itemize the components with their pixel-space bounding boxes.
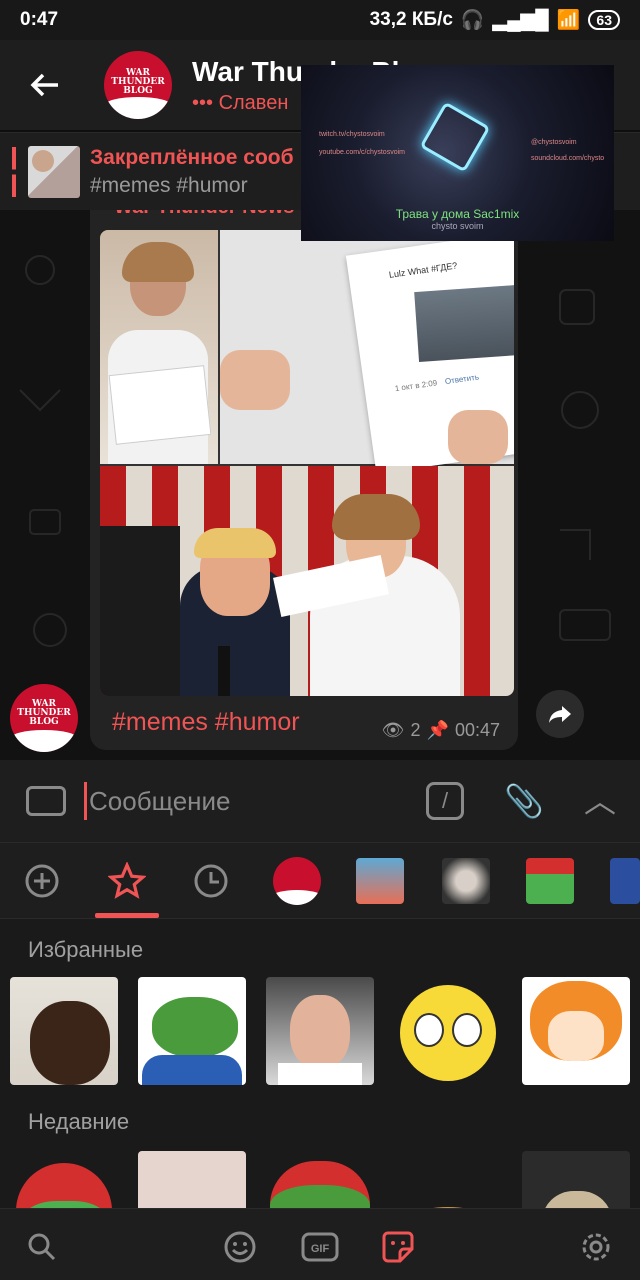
keyboard-icon[interactable] bbox=[26, 786, 66, 816]
chevron-up-icon[interactable]: ︿ bbox=[584, 776, 616, 822]
star-icon bbox=[108, 862, 146, 899]
signal-icon: ▂▄▆█ bbox=[492, 9, 549, 31]
meme-paper-title: Lulz What #ГДЕ? bbox=[388, 260, 458, 280]
pip-video-player[interactable]: twitch.tv/chystosvoim youtube.com/c/chys… bbox=[301, 65, 614, 241]
message-meta: 👁 2 📌 00:47 bbox=[382, 720, 500, 741]
pip-subcaption: chysto svoim bbox=[431, 221, 484, 231]
network-speed: 33,2 КБ/с bbox=[369, 9, 453, 30]
tab-sticker-pack-fish[interactable] bbox=[356, 857, 404, 905]
sticker-chef-face[interactable] bbox=[266, 977, 374, 1085]
pip-link-1: twitch.tv/chystosvoim bbox=[319, 131, 385, 138]
text-cursor bbox=[84, 782, 87, 820]
sticker-flushed-emoji[interactable] bbox=[394, 977, 502, 1085]
message-tags[interactable]: #memes #humor bbox=[112, 708, 300, 737]
avatar-logo-text: WAR THUNDER BLOG bbox=[111, 68, 165, 96]
paperclip-icon[interactable]: 📎 bbox=[504, 782, 544, 820]
sticker-recent-fish[interactable] bbox=[394, 1151, 502, 1208]
tab-recent[interactable] bbox=[187, 857, 235, 905]
bot-commands-button[interactable]: / bbox=[426, 782, 464, 820]
pinned-thumbnail bbox=[28, 145, 80, 198]
message-input-bar: / 📎 ︿ bbox=[0, 760, 640, 842]
pip-link-4: soundcloud.com/chysto bbox=[531, 155, 605, 162]
meme-paper-date: 1 окт в 2:09 bbox=[394, 378, 438, 394]
pin-icon: 📌 bbox=[426, 720, 449, 740]
gif-icon: GIF bbox=[301, 1232, 339, 1262]
sticker-wtf-face[interactable] bbox=[10, 977, 118, 1085]
back-button[interactable] bbox=[0, 40, 90, 130]
status-bar: 0:47 33,2 КБ/с 🎧 ▂▄▆█ 📶 63 bbox=[0, 0, 640, 40]
pinned-tags: #memes #humor bbox=[90, 173, 248, 197]
section-favorites: Избранные bbox=[28, 937, 144, 962]
pinned-title: Закреплённое сооб bbox=[90, 145, 294, 169]
sticker-icon bbox=[382, 1231, 414, 1263]
author-avatar[interactable]: WAR THUNDER BLOG bbox=[10, 684, 78, 752]
channel-avatar[interactable]: WAR THUNDER BLOG bbox=[104, 51, 172, 119]
message-time: 00:47 bbox=[454, 720, 500, 740]
tab-sticker-pack-partial[interactable] bbox=[610, 857, 640, 905]
view-count: 2 bbox=[410, 720, 421, 740]
share-button[interactable] bbox=[536, 690, 584, 738]
smiley-icon bbox=[224, 1231, 256, 1263]
pip-caption: Трава у дома Sac1mix bbox=[395, 207, 520, 221]
gear-icon bbox=[582, 1233, 610, 1261]
settings-button[interactable] bbox=[576, 1227, 616, 1267]
sticker-pepe-frog[interactable] bbox=[138, 977, 246, 1085]
sticker-tab-button[interactable] bbox=[378, 1227, 418, 1267]
sticker-tabs bbox=[0, 842, 640, 918]
emoji-panel-bottom-nav: GIF bbox=[0, 1208, 640, 1280]
gif-tab-button[interactable]: GIF bbox=[300, 1227, 340, 1267]
wifi-icon: 📶 bbox=[556, 10, 581, 31]
sticker-recent-bird[interactable] bbox=[522, 1151, 630, 1208]
meme-image[interactable]: Lulz What #ГДЕ? 1 окт в 2:09 Ответить bbox=[100, 230, 514, 696]
share-arrow-icon bbox=[549, 706, 571, 723]
tab-add-sticker[interactable] bbox=[18, 857, 66, 905]
message-author: War Thunder News bbox=[114, 210, 294, 219]
meme-paper-reply: Ответить bbox=[444, 372, 480, 387]
tab-sticker-pack-pepe-santa[interactable] bbox=[526, 857, 574, 905]
emoji-tab-button[interactable] bbox=[220, 1227, 260, 1267]
search-button[interactable] bbox=[22, 1227, 62, 1267]
pip-link-3: @chystosvoim bbox=[531, 139, 577, 146]
tab-sticker-pack-war-thunder[interactable] bbox=[273, 857, 321, 905]
arrow-left-icon bbox=[30, 73, 58, 97]
plus-circle-icon bbox=[25, 864, 59, 898]
headphones-icon: 🎧 bbox=[460, 10, 485, 31]
hexagon-logo-icon bbox=[419, 101, 491, 173]
sticker-recent-pepe-santa[interactable] bbox=[10, 1151, 118, 1208]
tab-sticker-pack-dog[interactable] bbox=[442, 857, 490, 905]
sticker-anime-girl[interactable] bbox=[522, 977, 630, 1085]
pip-link-2: youtube.com/c/chystosvoim bbox=[319, 149, 405, 156]
pinned-indicator bbox=[12, 147, 16, 197]
clock-icon bbox=[194, 864, 228, 898]
sticker-panel: Избранные Недавние bbox=[0, 918, 640, 1208]
eye-icon: 👁 bbox=[381, 720, 405, 740]
svg-text:GIF: GIF bbox=[311, 1243, 330, 1255]
chat-area: War Thunder News Lulz What #ГДЕ? 1 окт в… bbox=[0, 210, 640, 760]
message-bubble[interactable]: War Thunder News Lulz What #ГДЕ? 1 окт в… bbox=[90, 210, 518, 750]
sticker-recent-pig[interactable] bbox=[138, 1151, 246, 1208]
tab-favorites[interactable] bbox=[103, 857, 151, 905]
status-time: 0:47 bbox=[20, 9, 59, 30]
sticker-recent-pepe-crying[interactable] bbox=[266, 1151, 374, 1208]
message-input[interactable] bbox=[89, 785, 409, 817]
battery-indicator: 63 bbox=[588, 10, 620, 30]
section-recent: Недавние bbox=[28, 1109, 130, 1134]
search-icon bbox=[28, 1233, 56, 1261]
